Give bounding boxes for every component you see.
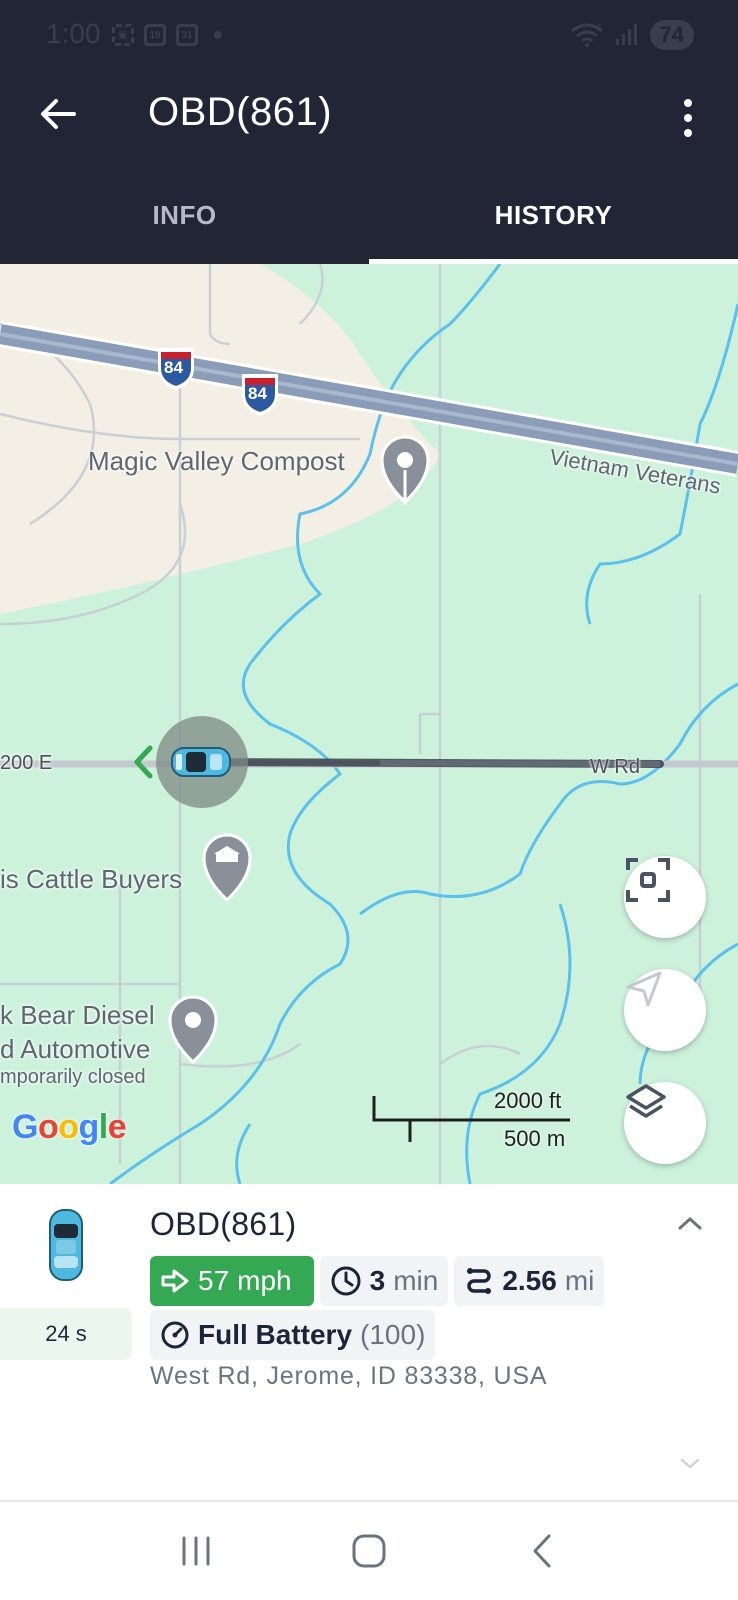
tab-history[interactable]: HISTORY <box>369 182 738 264</box>
stop-duration-badge: 24 s <box>0 1308 132 1360</box>
recent-apps-button[interactable] <box>166 1521 226 1581</box>
speed-chip: 57 mph <box>150 1256 314 1306</box>
poi-label-compost[interactable]: Magic Valley Compost <box>88 446 345 477</box>
screenshot-icon: ▣ <box>112 24 134 46</box>
status-icons-right: 5 74 <box>570 20 694 50</box>
layers-button[interactable] <box>624 1082 706 1164</box>
chevron-down-icon[interactable] <box>676 1454 704 1474</box>
gauge-icon <box>161 1321 189 1349</box>
scale-metric: 500 m <box>504 1126 566 1151</box>
wifi-icon: 5 <box>570 23 603 47</box>
layers-icon <box>626 1084 666 1118</box>
shield-label: 84 <box>248 384 267 403</box>
time-value: 3 <box>369 1265 386 1296</box>
tab-info[interactable]: INFO <box>0 182 369 264</box>
app-bar: OBD(861) INFO HISTORY <box>0 72 738 264</box>
vehicle-info-panel[interactable]: 24 s OBD(861) 57 mph 3 min 2.56 mi Full … <box>0 1184 738 1500</box>
poi-pin-cattle <box>202 833 252 903</box>
distance-value: 2.56 <box>502 1265 557 1296</box>
calendar-icon: 31 <box>176 24 198 46</box>
my-location-button[interactable] <box>624 969 706 1051</box>
vehicle-marker-icon <box>171 747 231 777</box>
battery-row: Full Battery (100) <box>150 1310 436 1360</box>
map-view[interactable]: 84 84 Vietnam Veterans Magic Valley Comp… <box>0 264 738 1184</box>
duration-chip: 3 min <box>319 1256 449 1306</box>
recent-apps-icon <box>182 1536 210 1566</box>
road-label-right: W Rd <box>590 756 640 778</box>
status-bar: 1:00 ▣ 19 31 5 74 <box>0 0 738 72</box>
shield-label: 84 <box>164 358 183 377</box>
poi-pin-diesel <box>168 995 218 1065</box>
calendar-day: 19 <box>149 29 161 41</box>
calendar-day: 31 <box>181 29 193 41</box>
battery-value: (100) <box>360 1319 426 1350</box>
arrow-left-icon <box>41 99 76 129</box>
poi-label-diesel-2[interactable]: d Automotive <box>0 1034 150 1065</box>
battery-label: Full Battery <box>198 1319 353 1350</box>
scale-imperial: 2000 ft <box>494 1088 562 1113</box>
page-title: OBD(861) <box>148 90 333 134</box>
trip-stats-row: 57 mph 3 min 2.56 mi <box>150 1256 605 1306</box>
google-logo: Google <box>12 1108 127 1146</box>
battery-chip: Full Battery (100) <box>150 1310 436 1360</box>
arrow-right-icon <box>161 1269 189 1293</box>
vehicle-name: OBD(861) <box>150 1206 297 1242</box>
notification-dot-icon <box>214 31 222 39</box>
poi-status-diesel: mporarily closed <box>0 1066 146 1088</box>
chevron-up-icon[interactable] <box>672 1210 708 1238</box>
more-vertical-icon <box>684 99 692 107</box>
poi-label-cattle[interactable]: is Cattle Buyers <box>0 864 182 895</box>
distance-chip: 2.56 mi <box>454 1256 605 1306</box>
home-icon <box>352 1534 386 1568</box>
fit-bounds-icon <box>626 858 670 902</box>
system-back-button[interactable] <box>512 1521 572 1581</box>
speed-unit: mph <box>237 1265 292 1296</box>
vehicle-thumbnail-icon <box>49 1209 83 1281</box>
system-nav-bar <box>0 1502 738 1600</box>
battery-indicator: 74 <box>649 20 694 50</box>
signal-icon <box>615 24 637 45</box>
speed-value: 57 <box>198 1265 230 1296</box>
back-button[interactable] <box>30 86 86 142</box>
wifi-badge: 5 <box>597 23 602 33</box>
more-vertical-icon-dot <box>684 114 692 122</box>
time-unit: min <box>393 1265 439 1296</box>
more-options-button[interactable] <box>668 90 708 146</box>
road-label-left: 200 E <box>0 752 53 774</box>
navigation-arrow-icon <box>626 971 662 1007</box>
clock-icon <box>331 1266 361 1296</box>
route-icon <box>467 1268 492 1294</box>
distance-unit: mi <box>564 1265 595 1296</box>
fit-bounds-button[interactable] <box>624 856 706 938</box>
vehicle-address: West Rd, Jerome, ID 83338, USA <box>150 1362 548 1390</box>
screen: 1:00 ▣ 19 31 5 74 OBD(861) INFO HISTORY … <box>0 0 738 1600</box>
status-icons-left: ▣ 19 31 <box>112 24 222 46</box>
calendar-icon: 19 <box>144 24 166 46</box>
tab-bar: INFO HISTORY <box>0 182 738 264</box>
home-button[interactable] <box>339 1521 399 1581</box>
more-vertical-icon-dot <box>684 129 692 137</box>
status-time: 1:00 <box>46 18 101 49</box>
poi-label-diesel-1[interactable]: k Bear Diesel <box>0 1000 155 1031</box>
back-icon <box>533 1534 551 1568</box>
